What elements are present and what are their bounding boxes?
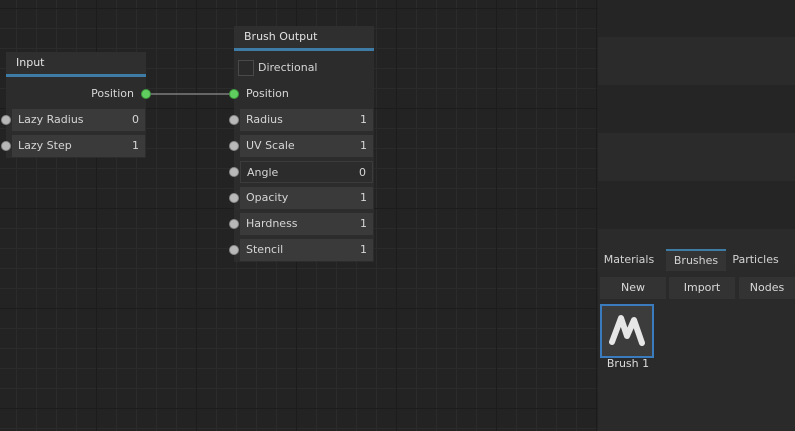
brush-stroke-icon	[609, 315, 645, 346]
directional-label: Directional	[258, 61, 318, 74]
hardness-field[interactable]: Hardness 1	[240, 213, 373, 235]
position-input-port[interactable]	[229, 89, 239, 99]
opacity-label: Opacity	[246, 191, 289, 204]
stencil-label: Stencil	[246, 243, 284, 256]
angle-field[interactable]: Angle 0	[240, 161, 373, 183]
angle-label: Angle	[247, 166, 279, 179]
brush-output-position-label: Position	[246, 87, 289, 100]
opacity-value: 1	[360, 191, 367, 204]
lazy-radius-value: 0	[132, 113, 139, 126]
properties-panel-row	[598, 229, 795, 249]
brush-output-node-title: Brush Output	[234, 26, 374, 51]
tab-particles[interactable]: Particles	[728, 249, 783, 271]
hardness-input-port[interactable]	[229, 219, 239, 229]
radius-field[interactable]: Radius 1	[240, 109, 373, 131]
hardness-value: 1	[360, 217, 367, 230]
stencil-value: 1	[360, 243, 367, 256]
lazy-step-label: Lazy Step	[18, 139, 72, 152]
properties-panel-row	[598, 133, 795, 181]
properties-panel-row	[598, 85, 795, 133]
brush-1-thumbnail[interactable]	[600, 304, 654, 358]
brush-1-label: Brush 1	[606, 357, 650, 370]
lazy-radius-input-port[interactable]	[1, 115, 11, 125]
position-output-port[interactable]	[141, 89, 151, 99]
lazy-step-value: 1	[132, 139, 139, 152]
tab-materials[interactable]: Materials	[598, 249, 660, 271]
hardness-label: Hardness	[246, 217, 298, 230]
lazy-radius-field[interactable]: Lazy Radius 0	[12, 109, 145, 131]
uv-scale-field[interactable]: UV Scale 1	[240, 135, 373, 157]
angle-value: 0	[359, 166, 366, 179]
lazy-radius-label: Lazy Radius	[18, 113, 84, 126]
import-button[interactable]: Import	[669, 277, 735, 299]
uv-scale-input-port[interactable]	[229, 141, 239, 151]
lazy-step-field[interactable]: Lazy Step 1	[12, 135, 145, 157]
angle-input-port[interactable]	[229, 167, 239, 177]
properties-panel-row	[598, 37, 795, 85]
input-node-title: Input	[6, 52, 146, 77]
stencil-input-port[interactable]	[229, 245, 239, 255]
uv-scale-value: 1	[360, 139, 367, 152]
opacity-field[interactable]: Opacity 1	[240, 187, 373, 209]
radius-value: 1	[360, 113, 367, 126]
directional-checkbox[interactable]	[238, 60, 254, 76]
new-brush-button[interactable]: New	[600, 277, 666, 299]
radius-input-port[interactable]	[229, 115, 239, 125]
stencil-field[interactable]: Stencil 1	[240, 239, 373, 261]
radius-label: Radius	[246, 113, 283, 126]
properties-panel-row	[598, 181, 795, 229]
uv-scale-label: UV Scale	[246, 139, 295, 152]
lazy-step-input-port[interactable]	[1, 141, 11, 151]
nodes-button[interactable]: Nodes	[739, 277, 795, 299]
opacity-input-port[interactable]	[229, 193, 239, 203]
input-node-position-output-label: Position	[91, 87, 134, 100]
tab-brushes[interactable]: Brushes	[666, 249, 726, 271]
properties-panel-row	[598, 0, 795, 37]
asset-tabbar: Materials Brushes Particles	[598, 249, 795, 271]
